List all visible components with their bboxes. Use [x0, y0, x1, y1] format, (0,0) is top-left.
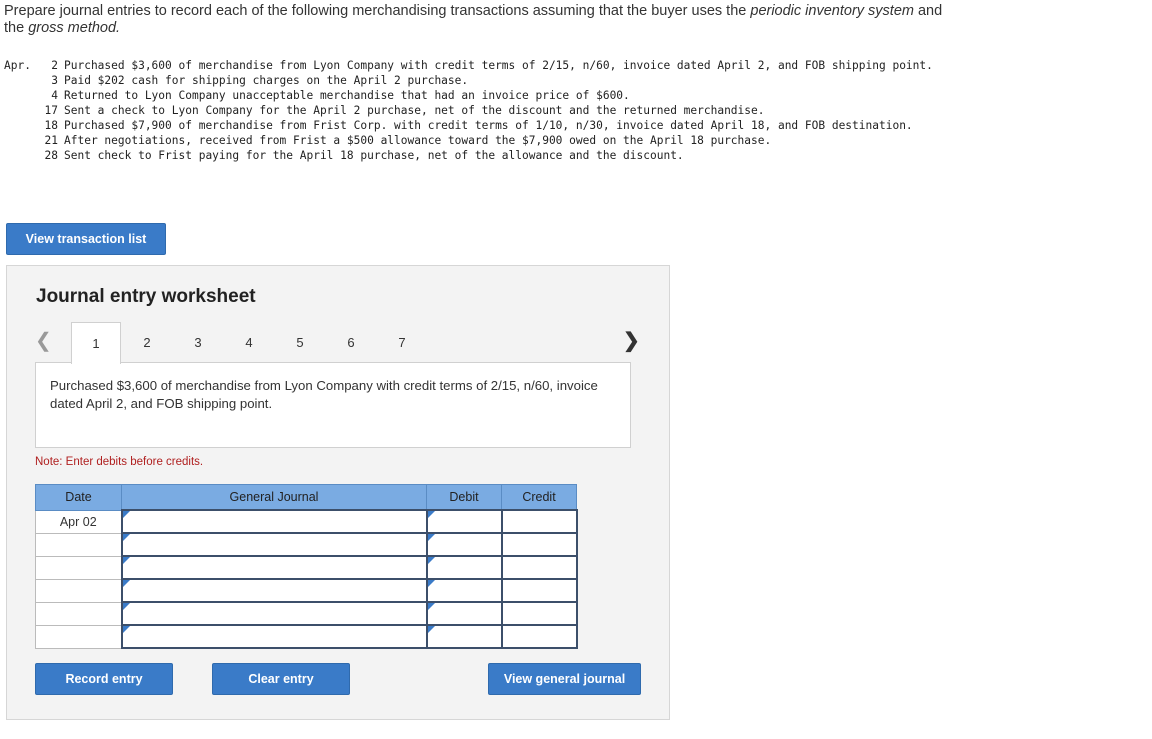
tab-3[interactable]: 3	[173, 322, 223, 362]
dropdown-indicator-icon	[122, 603, 130, 610]
table-row	[35, 578, 578, 603]
transaction-day: 21	[44, 134, 58, 147]
credit-input[interactable]	[500, 555, 578, 580]
view-general-journal-button[interactable]: View general journal	[488, 663, 641, 695]
clear-entry-button[interactable]: Clear entry	[212, 663, 350, 695]
chevron-right-icon[interactable]: ❯	[623, 328, 640, 353]
debit-input[interactable]	[425, 578, 503, 603]
transaction-item: Apr. 2 Purchased $3,600 of merchandise f…	[4, 58, 954, 73]
credit-input[interactable]	[500, 601, 578, 626]
transaction-list: Apr. 2 Purchased $3,600 of merchandise f…	[4, 58, 954, 163]
journal-table: Date General Journal Debit Credit Apr 02	[35, 484, 578, 649]
transaction-text: Sent check to Frist paying for the April…	[64, 149, 684, 162]
date-cell	[35, 555, 122, 580]
instructions-emphasis-1: periodic inventory system	[750, 3, 914, 19]
transaction-text: Purchased $7,900 of merchandise from Fri…	[64, 119, 913, 132]
transaction-item: 17 Sent a check to Lyon Company for the …	[4, 103, 954, 118]
transaction-day: 2	[51, 59, 58, 72]
worksheet-tabs: ❮ 1 2 3 4 5 6 7 ❯	[35, 322, 640, 364]
header-debit: Debit	[426, 484, 502, 511]
debit-input[interactable]	[425, 601, 503, 626]
tab-4[interactable]: 4	[224, 322, 274, 362]
date-cell	[35, 578, 122, 603]
tab-5[interactable]: 5	[275, 322, 325, 362]
credit-input[interactable]	[500, 578, 578, 603]
table-row	[35, 624, 578, 649]
instructions: Prepare journal entries to record each o…	[4, 3, 964, 37]
table-row	[35, 532, 578, 557]
account-input[interactable]	[120, 532, 428, 557]
view-transaction-list-button[interactable]: View transaction list	[6, 223, 166, 255]
transaction-text: Purchased $3,600 of merchandise from Lyo…	[64, 59, 933, 72]
date-cell	[35, 624, 122, 649]
table-row	[35, 601, 578, 626]
date-cell: Apr 02	[35, 509, 122, 534]
transaction-day: 17	[44, 104, 58, 117]
dropdown-indicator-icon	[122, 511, 130, 518]
debit-input[interactable]	[425, 509, 503, 534]
credit-input[interactable]	[500, 509, 578, 534]
tab-6[interactable]: 6	[326, 322, 376, 362]
header-date: Date	[35, 484, 122, 511]
table-row: Apr 02	[35, 509, 578, 534]
credit-input[interactable]	[500, 624, 578, 649]
tab-7[interactable]: 7	[377, 322, 427, 362]
credit-input[interactable]	[500, 532, 578, 557]
transaction-text: After negotiations, received from Frist …	[64, 134, 772, 147]
transaction-description: Purchased $3,600 of merchandise from Lyo…	[35, 362, 631, 448]
transaction-day: 4	[51, 89, 58, 102]
dropdown-indicator-icon	[122, 626, 130, 633]
dropdown-indicator-icon	[122, 580, 130, 587]
worksheet-title: Journal entry worksheet	[36, 286, 256, 307]
transaction-item: 28 Sent check to Frist paying for the Ap…	[4, 148, 954, 163]
dropdown-indicator-icon	[122, 534, 130, 541]
transaction-item: 4 Returned to Lyon Company unacceptable …	[4, 88, 954, 103]
journal-entry-worksheet: Journal entry worksheet ❮ 1 2 3 4 5 6 7 …	[6, 265, 670, 720]
dropdown-indicator-icon	[427, 580, 435, 587]
header-credit: Credit	[501, 484, 577, 511]
transaction-month: Apr.	[4, 59, 31, 72]
debit-input[interactable]	[425, 555, 503, 580]
dropdown-indicator-icon	[427, 557, 435, 564]
dropdown-indicator-icon	[122, 557, 130, 564]
chevron-left-icon[interactable]: ❮	[35, 328, 52, 353]
transaction-item: 18 Purchased $7,900 of merchandise from …	[4, 118, 954, 133]
debit-input[interactable]	[425, 532, 503, 557]
instructions-text-1: Prepare journal entries to record each o…	[4, 3, 751, 19]
transaction-item: 21 After negotiations, received from Fri…	[4, 133, 954, 148]
tab-1[interactable]: 1	[71, 322, 121, 364]
account-input[interactable]	[120, 555, 428, 580]
dropdown-indicator-icon	[427, 626, 435, 633]
debit-credit-note: Note: Enter debits before credits.	[35, 456, 204, 468]
dropdown-indicator-icon	[427, 534, 435, 541]
transaction-text: Returned to Lyon Company unacceptable me…	[64, 89, 630, 102]
account-input[interactable]	[120, 509, 428, 534]
account-input[interactable]	[120, 624, 428, 649]
transaction-text: Sent a check to Lyon Company for the Apr…	[64, 104, 765, 117]
date-cell	[35, 601, 122, 626]
debit-input[interactable]	[425, 624, 503, 649]
dropdown-indicator-icon	[427, 603, 435, 610]
transaction-day: 18	[44, 119, 58, 132]
transaction-day: 3	[51, 74, 58, 87]
transaction-day: 28	[44, 149, 58, 162]
record-entry-button[interactable]: Record entry	[35, 663, 173, 695]
journal-header-row: Date General Journal Debit Credit	[35, 484, 577, 511]
dropdown-indicator-icon	[427, 511, 435, 518]
transaction-item: 3 Paid $202 cash for shipping charges on…	[4, 73, 954, 88]
tab-2[interactable]: 2	[122, 322, 172, 362]
date-cell	[35, 532, 122, 557]
transaction-text: Paid $202 cash for shipping charges on t…	[64, 74, 469, 87]
header-general-journal: General Journal	[121, 484, 427, 511]
table-row	[35, 555, 578, 580]
account-input[interactable]	[120, 578, 428, 603]
instructions-emphasis-2: gross method.	[28, 20, 121, 36]
account-input[interactable]	[120, 601, 428, 626]
